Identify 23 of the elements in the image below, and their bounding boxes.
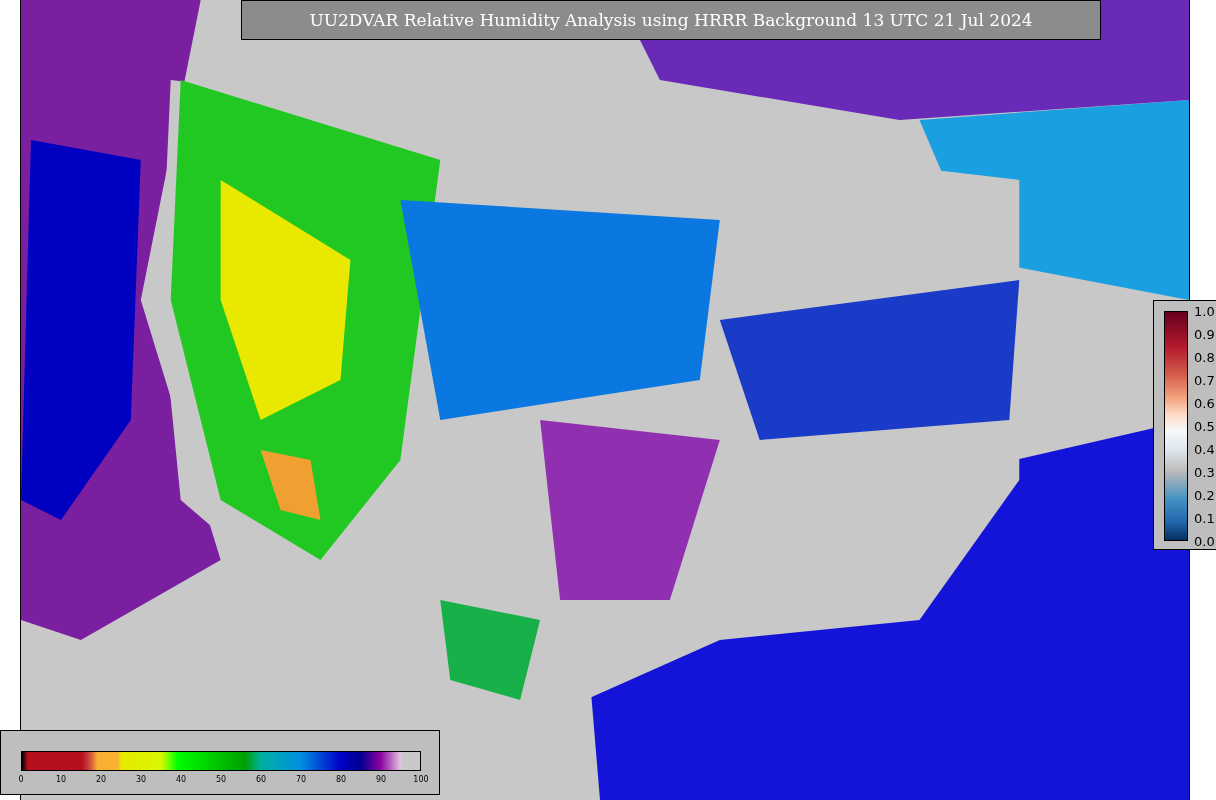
map-title: UU2DVAR Relative Humidity Analysis using HRRR Background 13 UTC 21 Jul 2024: [241, 0, 1101, 40]
tick-label: 100: [413, 775, 429, 784]
tick-label: 0: [18, 775, 24, 784]
tick-label: 40: [175, 775, 187, 784]
tick-label: 80: [335, 775, 347, 784]
tick-label: 0.2: [1194, 487, 1215, 503]
tick-label: 70: [295, 775, 307, 784]
tick-label: 0.0: [1194, 533, 1215, 549]
tick-label: 20: [95, 775, 107, 784]
tick-label: 0.1: [1194, 510, 1215, 526]
tick-label: 0.6: [1194, 395, 1215, 411]
tick-label: 0.3: [1194, 464, 1215, 480]
tick-label: 1.0: [1194, 303, 1215, 319]
tick-label: 50: [215, 775, 227, 784]
tick-label: 60: [255, 775, 267, 784]
tick-label: 0.5: [1194, 418, 1215, 434]
tick-label: 90: [375, 775, 387, 784]
tick-label: 30: [135, 775, 147, 784]
tick-label: 0.4: [1194, 441, 1215, 457]
tick-label: 0.9: [1194, 326, 1215, 342]
tick-label: 0.8: [1194, 349, 1215, 365]
tick-label: 10: [55, 775, 67, 784]
tick-label: 0.7: [1194, 372, 1215, 388]
